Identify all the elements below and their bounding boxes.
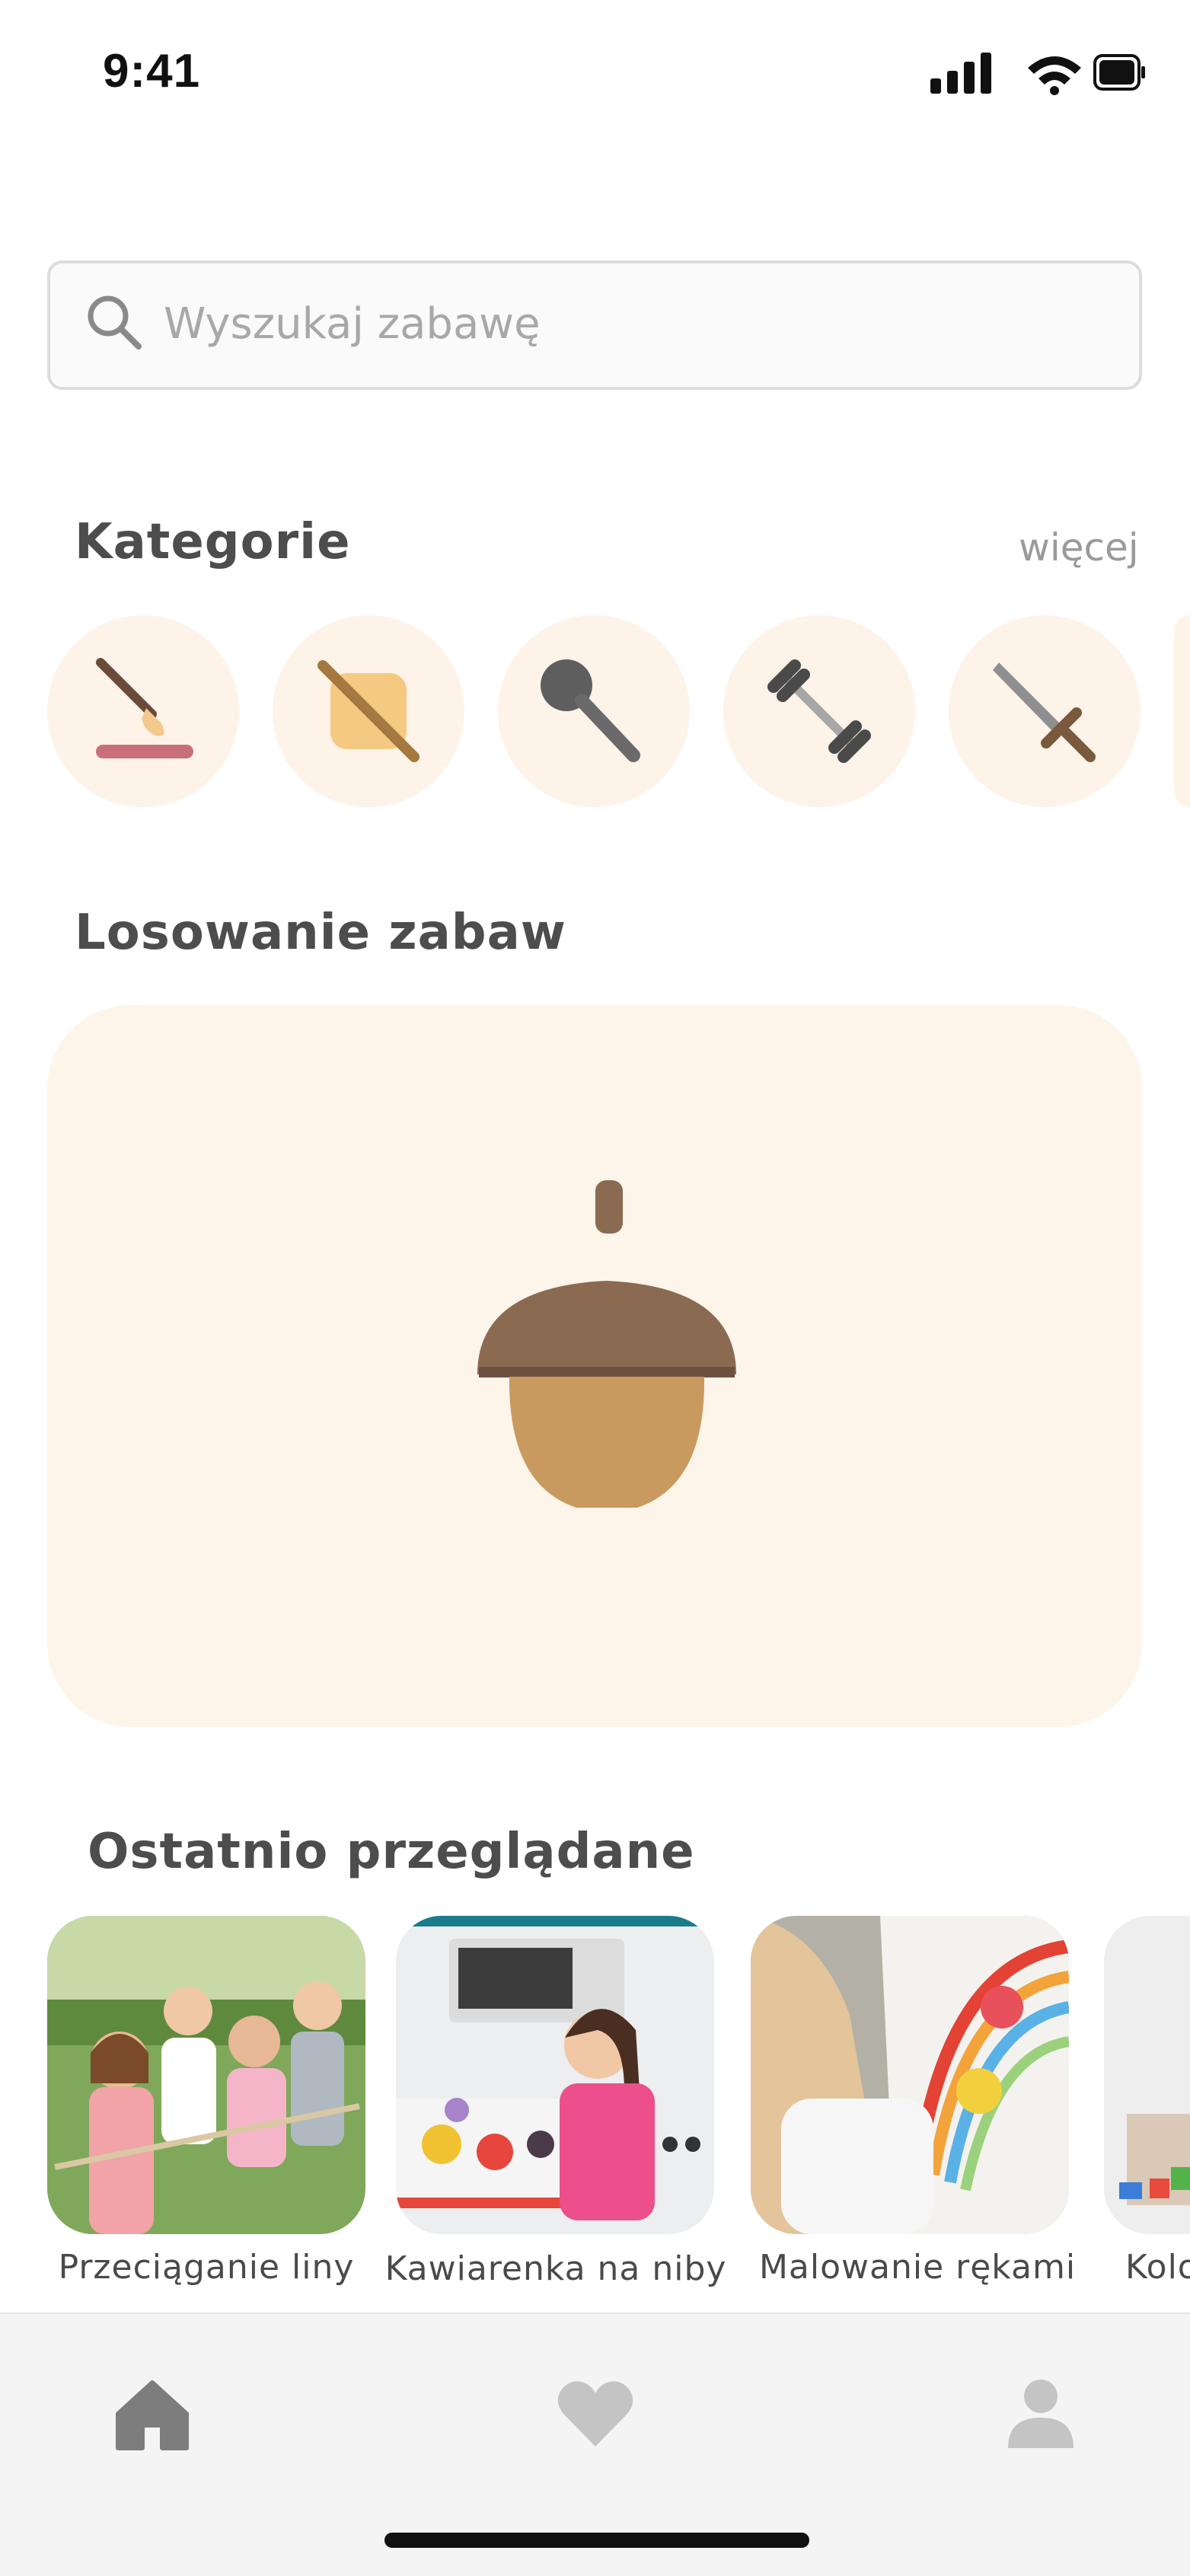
signal-icon: [930, 53, 991, 94]
dumbbell-icon: [767, 659, 871, 763]
recent-thumb-partial[interactable]: [1104, 1916, 1190, 2234]
home-icon: [116, 2380, 189, 2450]
acorn-icon: [477, 1180, 736, 1508]
status-icons: [929, 49, 1146, 95]
recent-thumb-tug-of-war[interactable]: [47, 1916, 365, 2234]
hand-painting-image: [751, 1916, 1069, 2234]
recent-thumb-pretend-cafe[interactable]: [396, 1916, 714, 2234]
category-cooking[interactable]: [273, 615, 464, 807]
recent-caption: Kawiarenka na niby: [384, 2249, 727, 2288]
recent-caption: Kolo: [1125, 2248, 1190, 2287]
battery-icon: [1093, 54, 1145, 91]
paintbrush-icon: [96, 658, 193, 758]
wifi-icon: [1028, 56, 1081, 95]
random-title: Losowanie zabaw: [75, 905, 566, 961]
heart-icon: [557, 2381, 633, 2447]
tab-favorites[interactable]: [554, 2372, 637, 2456]
home-indicator: [384, 2533, 809, 2548]
rolling-pin-icon: [317, 660, 420, 762]
recent-thumb-hand-painting[interactable]: [751, 1916, 1069, 2234]
random-card[interactable]: [47, 1005, 1142, 1727]
status-time: 9:41: [103, 45, 201, 97]
microphone-icon: [541, 659, 640, 762]
category-partial[interactable]: [1174, 615, 1190, 807]
recent-title: Ostatnio przeglądane: [88, 1824, 695, 1880]
profile-icon: [1008, 2380, 1074, 2448]
blocks-image: [1104, 1916, 1190, 2234]
search-input[interactable]: [164, 289, 1077, 358]
tab-home[interactable]: [110, 2372, 194, 2456]
category-painting[interactable]: [47, 615, 239, 807]
recent-caption: Przeciąganie liny: [58, 2248, 355, 2287]
search-icon: [84, 292, 145, 353]
category-sport[interactable]: [723, 615, 915, 807]
tab-profile[interactable]: [999, 2372, 1083, 2456]
categories-title: Kategorie: [75, 514, 351, 570]
category-singing[interactable]: [498, 615, 690, 807]
recent-caption: Malowanie rękami: [758, 2248, 1077, 2287]
category-adventure[interactable]: [949, 615, 1141, 807]
pretend-cafe-image: [396, 1916, 714, 2234]
tug-of-war-image: [47, 1916, 365, 2234]
categories-more-link[interactable]: więcej: [1019, 525, 1139, 570]
sword-icon: [993, 662, 1096, 762]
